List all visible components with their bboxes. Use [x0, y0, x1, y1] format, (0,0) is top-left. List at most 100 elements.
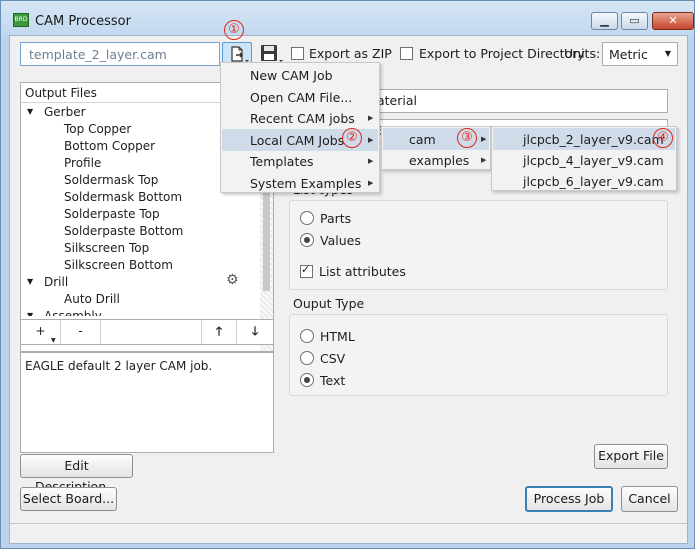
submenu-arrow-icon: ▶: [368, 114, 374, 122]
tree-item-label: Solderpaste Bottom: [64, 224, 184, 238]
parts-radio[interactable]: [300, 211, 314, 225]
tree-item[interactable]: Silkscreen Top: [21, 240, 258, 257]
step-marker-3: ③: [457, 128, 477, 148]
tree-item-label: Auto Drill: [64, 292, 120, 306]
tree-item-label: Soldermask Top: [64, 173, 159, 187]
minimize-button[interactable]: ▁: [591, 12, 618, 30]
step-marker-1: ①: [224, 20, 244, 40]
arrow-up-icon: 🡑: [215, 324, 223, 338]
cam-processor-window: BRD CAM Processor ▁ ▭ ✕ template_2_layer…: [0, 0, 695, 549]
step-marker-4: ④: [653, 128, 673, 148]
status-bar: [10, 523, 687, 543]
dropdown-arrow-icon: ▼: [51, 337, 56, 344]
tree-group[interactable]: ▼ Assembly: [21, 308, 258, 316]
chevron-down-icon: ▼: [664, 49, 671, 58]
menu-item-label: jlcpcb_4_layer_v9.cam: [523, 153, 664, 168]
units-select[interactable]: Metric ▼: [602, 42, 678, 66]
menu-item-label: New CAM Job: [250, 68, 333, 83]
tree-item-label: Assembly: [44, 309, 102, 316]
menu-item-label: System Examples: [250, 175, 362, 191]
remove-output-button[interactable]: -: [61, 320, 101, 344]
tree-item[interactable]: Silkscreen Bottom: [21, 257, 258, 274]
menu-item[interactable]: New CAM Job: [222, 64, 378, 86]
submenu-arrow-icon: ▶: [368, 157, 374, 165]
close-icon: ✕: [668, 14, 678, 27]
menu-item[interactable]: Templates ▶: [222, 150, 378, 172]
menu-item[interactable]: Open CAM File...: [222, 86, 378, 108]
units-label: Units:: [564, 46, 601, 61]
window-title: CAM Processor: [35, 14, 131, 29]
list-attributes-checkbox[interactable]: ✓: [300, 263, 313, 278]
menu-item-label: jlcpcb_6_layer_v9.cam: [523, 174, 664, 189]
tree-item-label: Solderpaste Top: [64, 207, 160, 221]
tree-item[interactable]: Solderpaste Top: [21, 206, 258, 223]
menu-item-label: Templates: [250, 154, 314, 169]
menu-item[interactable]: Recent CAM jobs ▶: [222, 107, 378, 129]
gear-icon[interactable]: ⚙: [226, 272, 239, 288]
expand-toggle-icon[interactable]: ▼: [27, 107, 33, 116]
remove-label: -: [78, 324, 83, 338]
tree-item-label: Gerber: [44, 105, 86, 119]
html-label: HTML: [320, 329, 355, 344]
job-description-text[interactable]: EAGLE default 2 layer CAM job.: [20, 352, 274, 453]
add-label: +: [35, 324, 46, 338]
title-bar[interactable]: BRD CAM Processor ▁ ▭ ✕: [1, 1, 694, 35]
tree-item-label: Silkscreen Top: [64, 241, 150, 255]
menu-item[interactable]: jlcpcb_6_layer_v9.cam: [493, 170, 675, 192]
expand-toggle-icon[interactable]: ▼: [27, 277, 33, 286]
maximize-button[interactable]: ▭: [621, 12, 648, 30]
tree-item[interactable]: Auto Drill: [21, 291, 258, 308]
move-down-button[interactable]: 🡓: [237, 320, 273, 344]
submenu-arrow-icon: ▶: [481, 156, 487, 164]
cancel-button[interactable]: Cancel: [621, 486, 678, 512]
menu-item[interactable]: jlcpcb_4_layer_v9.cam: [493, 149, 675, 171]
close-button[interactable]: ✕: [652, 12, 694, 30]
menu-item-label: jlcpcb_2_layer_v9.cam: [523, 132, 664, 147]
parts-label: Parts: [320, 211, 352, 226]
text-label: Text: [320, 373, 346, 388]
move-up-button[interactable]: 🡑: [201, 320, 237, 344]
arrow-down-icon: 🡓: [251, 324, 259, 338]
checkmark-icon: ✓: [301, 263, 311, 276]
csv-label: CSV: [320, 351, 346, 366]
edit-description-button[interactable]: Edit Description...: [20, 454, 133, 494]
maximize-icon: ▭: [629, 14, 640, 27]
tree-item-label: Silkscreen Bottom: [64, 258, 173, 272]
add-output-button[interactable]: + ▼: [21, 320, 61, 344]
export-file-button[interactable]: Export File: [594, 444, 668, 469]
menu-item[interactable]: System Examples ▶: [222, 172, 378, 194]
menu-item-label: cam: [409, 132, 436, 147]
cam-file-name-field[interactable]: template_2_layer.cam: [20, 42, 220, 66]
select-board-button[interactable]: Select Board...: [20, 487, 117, 511]
values-radio[interactable]: [300, 233, 314, 247]
export-project-directory-checkbox[interactable]: [400, 47, 413, 60]
expand-toggle-icon[interactable]: ▼: [27, 311, 33, 316]
cam-folder-submenu: jlcpcb_2_layer_v9.cam jlcpcb_4_layer_v9.c…: [491, 126, 677, 191]
export-project-directory-label: Export to Project Directory: [419, 46, 585, 61]
values-label: Values: [320, 233, 361, 248]
process-job-button[interactable]: Process Job: [525, 486, 613, 512]
menu-item-label: examples: [409, 153, 470, 168]
list-type-group: Parts Values ✓ List attributes: [289, 200, 668, 290]
output-name-field[interactable]: aterial: [370, 89, 668, 113]
html-radio[interactable]: [300, 329, 314, 343]
submenu-arrow-icon: ▶: [368, 135, 374, 144]
tree-item[interactable]: Solderpaste Bottom: [21, 223, 258, 240]
menu-item-label: Local CAM Jobs: [250, 132, 345, 148]
export-zip-checkbox[interactable]: [291, 47, 304, 60]
cam-job-menu: New CAM Job Open CAM File... Recent CAM jo…: [220, 62, 380, 193]
csv-radio[interactable]: [300, 351, 314, 365]
minimize-icon: ▁: [600, 14, 609, 27]
tree-item-label: Drill: [44, 275, 69, 289]
text-radio[interactable]: [300, 373, 314, 387]
menu-item-label: Recent CAM jobs: [250, 111, 355, 126]
app-icon: BRD: [13, 13, 29, 27]
tree-item-label: Soldermask Bottom: [64, 190, 183, 204]
tree-item-label: Profile: [64, 156, 102, 170]
output-type-group: HTML CSV Text: [289, 314, 668, 396]
export-zip-label: Export as ZIP: [309, 46, 392, 61]
step-marker-2: ②: [342, 128, 362, 148]
tree-group[interactable]: ▼ Drill: [21, 274, 258, 291]
menu-item[interactable]: examples ▶: [383, 149, 489, 171]
menu-item[interactable]: jlcpcb_2_layer_v9.cam: [493, 128, 675, 150]
